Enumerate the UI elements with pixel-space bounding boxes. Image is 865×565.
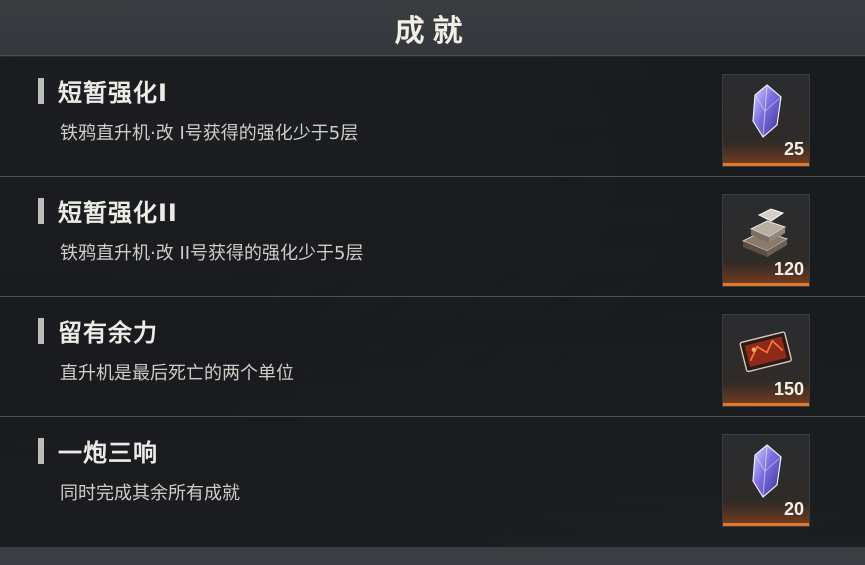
achievement-description: 直升机是最后死亡的两个单位 <box>60 363 294 384</box>
red-card-icon <box>739 331 792 373</box>
reward-count: 120 <box>773 259 804 279</box>
title-marker <box>38 78 44 104</box>
achievement-title: 一炮三响 <box>58 439 158 467</box>
reward-slot[interactable]: 150 <box>722 314 810 407</box>
achievement-description: 同时完成其余所有成就 <box>60 483 240 504</box>
reward-slot[interactable]: 25 <box>722 74 810 167</box>
title-marker <box>38 438 44 464</box>
achievement-row: 短暂强化II 铁鸦直升机·改 II号获得的强化少于5层 120 <box>0 177 865 297</box>
reward-count: 25 <box>783 139 804 159</box>
reward-underline <box>723 523 809 526</box>
achievement-row: 留有余力 直升机是最后死亡的两个单位 150 <box>0 297 865 417</box>
reward-count: 20 <box>783 499 804 519</box>
achievement-description: 铁鸦直升机·改 I号获得的强化少于5层 <box>60 123 359 144</box>
crystal-icon <box>752 84 782 138</box>
achievement-row: 一炮三响 同时完成其余所有成就 20 <box>0 417 865 537</box>
achievement-title: 短暂强化II <box>58 199 178 227</box>
reward-underline <box>723 163 809 166</box>
bottom-bar <box>0 547 865 565</box>
achievement-title: 留有余力 <box>58 319 158 347</box>
reward-count: 150 <box>773 379 804 399</box>
achievement-description: 铁鸦直升机·改 II号获得的强化少于5层 <box>60 243 364 264</box>
title-marker <box>38 318 44 344</box>
header: 成就 <box>0 0 865 56</box>
achievement-title: 短暂强化I <box>58 79 168 107</box>
reward-underline <box>723 403 809 406</box>
reward-underline <box>723 283 809 286</box>
reward-slot[interactable]: 120 <box>722 194 810 287</box>
achievement-list: 短暂强化I 铁鸦直升机·改 I号获得的强化少于5层 25 短暂强化II 铁鸦直升… <box>0 57 865 547</box>
title-marker <box>38 198 44 224</box>
reward-slot[interactable]: 20 <box>722 434 810 527</box>
page-title: 成就 <box>394 13 471 49</box>
achievement-row: 短暂强化I 铁鸦直升机·改 I号获得的强化少于5层 25 <box>0 57 865 177</box>
metal-ingot-icon <box>741 208 789 257</box>
crystal-icon <box>752 444 782 498</box>
